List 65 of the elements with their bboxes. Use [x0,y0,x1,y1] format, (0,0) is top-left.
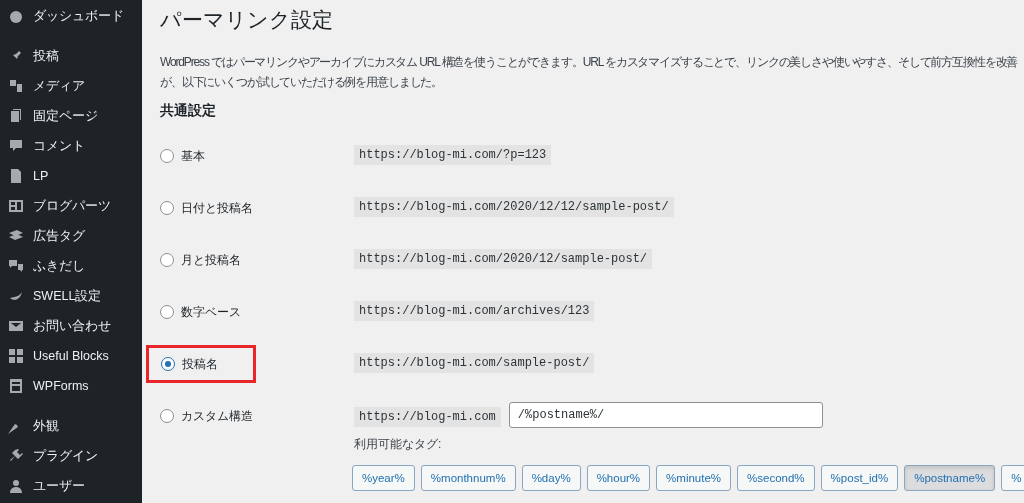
section-title: 共通設定 [160,102,217,120]
sidebar-item[interactable]: ユーザー [0,471,142,501]
url-example: https://blog-mi.com/2020/12/sample-post/ [354,249,653,269]
speech-bubble-icon [8,138,24,154]
layout-grid-icon [8,198,24,214]
speech-bubbles-icon [8,258,24,274]
radio-option[interactable]: 日付と投稿名 [160,194,354,222]
sidebar-item[interactable]: 投稿 [0,41,142,71]
radio-option[interactable]: 数字ベース [160,298,354,326]
sidebar-item[interactable]: WPForms [0,371,142,401]
description-text: WordPress ではパーマリンクやアーカイブにカスタム URL 構造を使うことができます。URL をカスタマイズすることで、リンクの美しさや使いやすさ、そして前方互換性を改善 [160,54,1019,71]
sidebar-item[interactable]: ダッシュボード [0,1,142,31]
radio-button[interactable] [160,149,174,163]
sidebar-item[interactable]: LP [0,161,142,191]
radio-option[interactable]: 基本 [160,142,354,170]
radio-button[interactable] [161,357,175,371]
tag-button[interactable]: %minute% [656,465,732,491]
sidebar-item[interactable]: 固定ページ [0,101,142,131]
radio-option[interactable]: カスタム構造 [160,402,354,430]
option-label: カスタム構造 [181,407,253,425]
sidebar-item[interactable]: ブログパーツ [0,191,142,221]
radio-button[interactable] [160,201,174,215]
tag-button[interactable]: %second% [737,465,815,491]
url-example: https://blog-mi.com/sample-post/ [354,353,595,373]
tags-label: 利用可能なタグ: [354,436,443,453]
option-label: 数字ベース [181,303,241,321]
description-text: が、以下にいくつか試していただける例を用意しました。 [160,74,444,91]
url-example: https://blog-mi.com/archives/123 [354,301,595,321]
tag-button[interactable]: %hour% [586,465,651,491]
tag-button[interactable]: %post_id% [820,465,899,491]
radio-button[interactable] [160,409,174,423]
tag-button[interactable]: %postname% [904,465,996,491]
sidebar-item[interactable]: Useful Blocks [0,341,142,371]
sidebar-item[interactable]: SWELL設定 [0,281,142,311]
four-squares-icon [8,348,24,364]
user-icon [8,478,24,494]
radio-option[interactable]: 月と投稿名 [160,246,354,274]
highlighted-radio-option[interactable]: 投稿名 [146,345,256,383]
radio-button[interactable] [160,305,174,319]
tag-button[interactable]: %year% [352,465,415,491]
sidebar-item[interactable]: コメント [0,131,142,161]
page-title: パーマリンク設定 [160,7,334,33]
url-example: https://blog-mi.com/?p=123 [354,145,552,165]
tag-button[interactable]: %day% [521,465,581,491]
media-icon [8,78,24,94]
sidebar-item[interactable]: ふきだし [0,251,142,281]
option-label: 基本 [181,147,205,165]
url-example: https://blog-mi.com/2020/12/12/sample-post/ [354,197,674,217]
option-label: 投稿名 [182,355,218,373]
pages-icon [8,108,24,124]
form-icon [8,378,24,394]
url-prefix: https://blog-mi.com [354,406,501,427]
radio-button[interactable] [160,253,174,267]
option-label: 月と投稿名 [181,251,241,269]
envelope-icon [8,318,24,334]
custom-structure-field[interactable]: /%postname%/ [508,402,823,428]
sidebar-item[interactable]: 広告タグ [0,221,142,251]
option-label: 日付と投稿名 [181,199,253,217]
sidebar-item[interactable]: 外観 [0,411,142,441]
sidebar-item[interactable]: お問い合わせ [0,311,142,341]
sidebar-item[interactable]: メディア [0,71,142,101]
tag-button[interactable]: %monthnum% [420,465,516,491]
sidebar-item[interactable]: プラグイン [0,441,142,471]
tag-button[interactable]: % [1001,465,1024,491]
document-icon [8,168,24,184]
